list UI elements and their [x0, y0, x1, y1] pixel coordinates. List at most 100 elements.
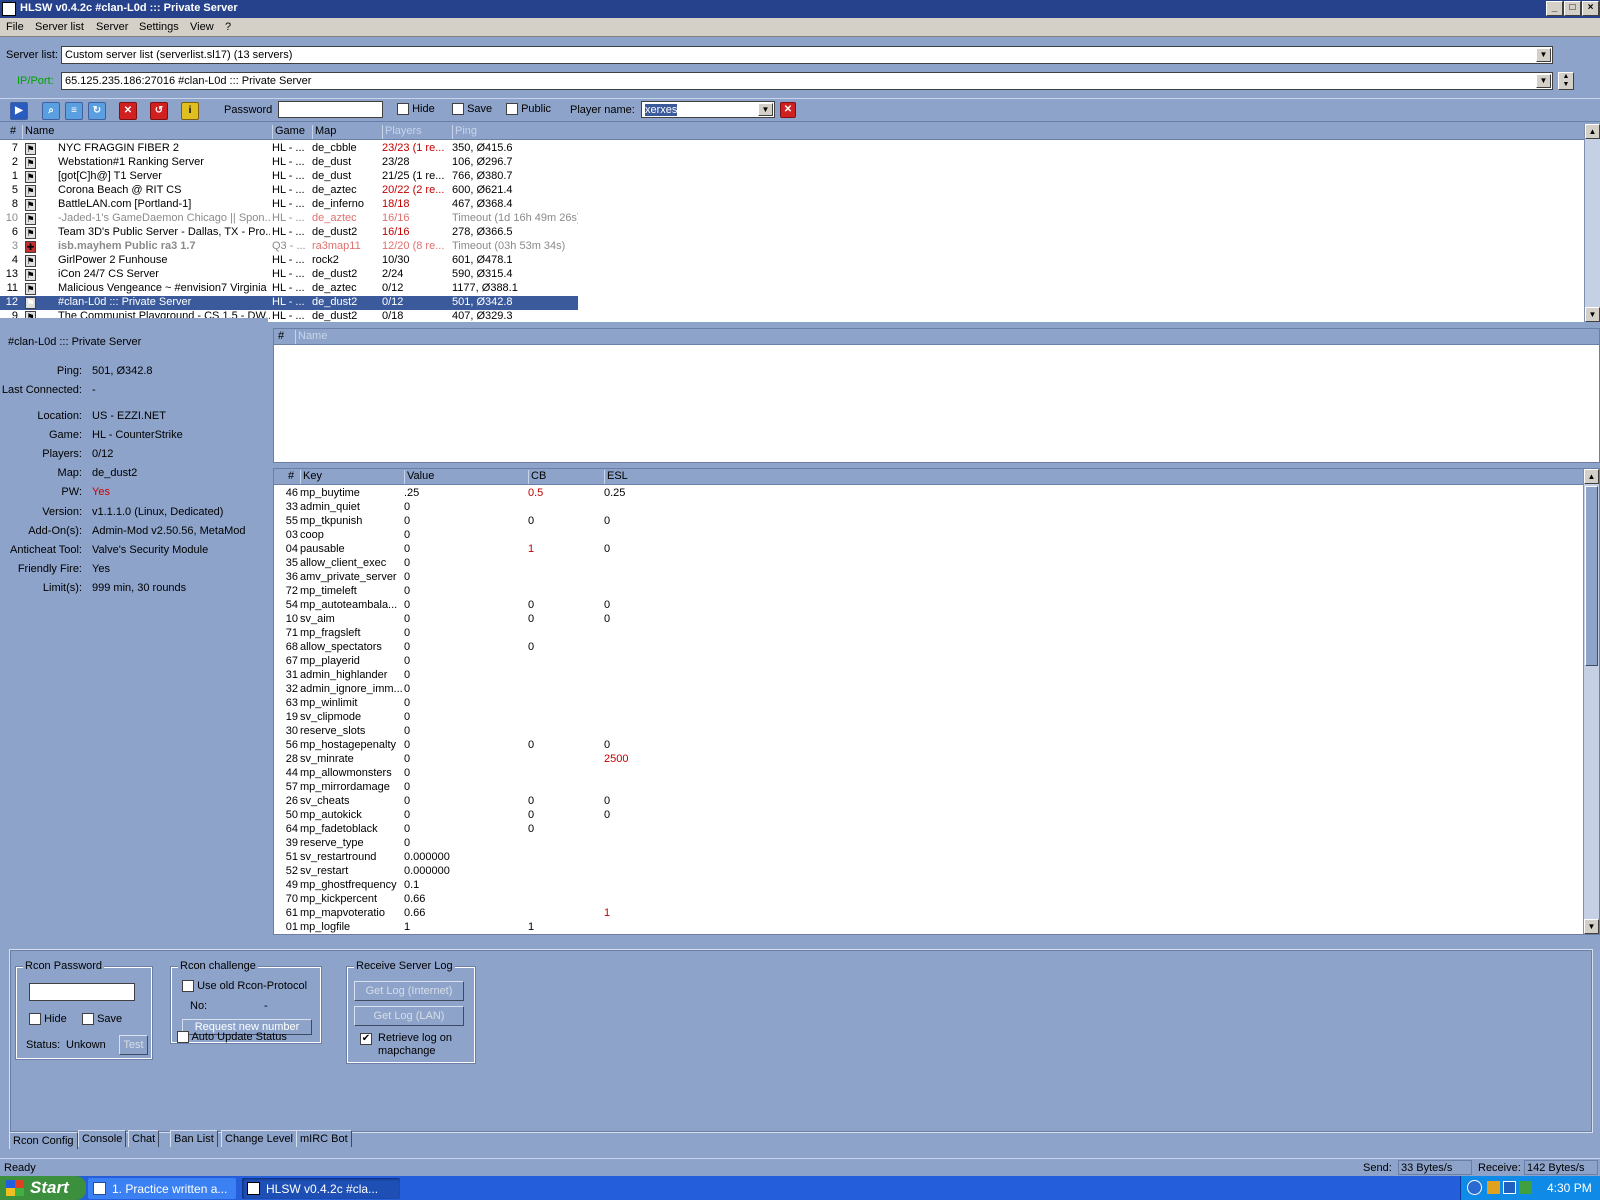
- chevron-down-icon[interactable]: ▼: [758, 103, 773, 116]
- retrieve-log-checkbox[interactable]: ✔: [360, 1033, 372, 1045]
- start-button[interactable]: Start: [0, 1176, 86, 1200]
- scroll-up-icon[interactable]: ▲: [1584, 469, 1599, 484]
- rule-row[interactable]: 46 mp_buytime .25 0.5 0.25: [274, 487, 1554, 501]
- taskbar-item-hlsw[interactable]: HLSW v0.4.2c #cla...: [242, 1178, 400, 1199]
- tab-ban-list[interactable]: Ban List: [170, 1130, 218, 1147]
- ip-port-input[interactable]: 65.125.235.186:27016 #clan-L0d ::: Priva…: [61, 72, 1553, 90]
- server-row[interactable]: ⚑ 1 [got[C]h@] T1 Server HL - ... de_dust 21/…: [0, 170, 578, 184]
- test-button[interactable]: Test: [119, 1035, 148, 1055]
- server-row[interactable]: ⚑ 10 -Jaded-1's GameDaemon Chicago || Spon…: [0, 212, 578, 226]
- rule-row[interactable]: 03 coop 0: [274, 529, 1554, 543]
- col-esl[interactable]: ESL: [604, 470, 680, 484]
- col-player-name[interactable]: Name: [295, 330, 419, 344]
- server-row[interactable]: ⚑ 13 iCon 24/7 CS Server HL - ... de_dust2 2/…: [0, 268, 578, 282]
- tray-arrow-icon[interactable]: [1467, 1180, 1482, 1195]
- tab-console[interactable]: Console: [78, 1130, 127, 1147]
- old-protocol-checkbox[interactable]: Use old Rcon-Protocol: [182, 980, 307, 993]
- menu-server[interactable]: Server: [96, 21, 128, 33]
- get-log-lan-button[interactable]: Get Log (LAN): [354, 1006, 464, 1026]
- title-bar[interactable]: HLSW v0.4.2c #clan-L0d ::: Private Serve…: [0, 0, 1600, 18]
- col-cb[interactable]: CB: [528, 470, 604, 484]
- rule-row[interactable]: 50 mp_autokick 0 0 0: [274, 809, 1554, 823]
- refresh-icon[interactable]: ↻: [88, 102, 106, 120]
- menu-server-list[interactable]: Server list: [35, 21, 84, 33]
- rule-row[interactable]: 04 pausable 0 1 0: [274, 543, 1554, 557]
- server-list-select[interactable]: Custom server list (serverlist.sl17) (13…: [61, 46, 1553, 64]
- rule-row[interactable]: 64 mp_fadetoblack 0 0: [274, 823, 1554, 837]
- col-num[interactable]: #: [0, 125, 22, 139]
- rule-row[interactable]: 33 admin_quiet 0: [274, 501, 1554, 515]
- menu-view[interactable]: View: [190, 21, 214, 33]
- rule-row[interactable]: 55 mp_tkpunish 0 0 0: [274, 515, 1554, 529]
- minimize-button[interactable]: _: [1546, 1, 1563, 16]
- rule-row[interactable]: 71 mp_fragsleft 0: [274, 627, 1554, 641]
- spin-icon[interactable]: ▲ ▼: [1558, 72, 1574, 90]
- connect-icon[interactable]: ▶: [10, 102, 28, 120]
- tab-rcon-config[interactable]: Rcon Config: [9, 1132, 78, 1149]
- rule-row[interactable]: 10 sv_aim 0 0 0: [274, 613, 1554, 627]
- col-rule-num[interactable]: #: [274, 470, 300, 484]
- search-icon[interactable]: ⌕: [42, 102, 60, 120]
- col-player-num[interactable]: #: [274, 330, 295, 344]
- tab-change-level[interactable]: Change Level: [221, 1130, 297, 1147]
- public-checkbox[interactable]: Public: [506, 103, 551, 116]
- clear-icon[interactable]: ✕: [780, 102, 796, 118]
- rule-row[interactable]: 61 mp_mapvoteratio 0.66 1: [274, 907, 1554, 921]
- close-button[interactable]: ×: [1582, 1, 1599, 16]
- server-list-scrollbar[interactable]: ▲ ▼: [1584, 124, 1600, 322]
- save-checkbox[interactable]: Save: [452, 103, 492, 116]
- tray-volume-icon[interactable]: [1503, 1181, 1516, 1194]
- scroll-up-icon[interactable]: ▲: [1585, 124, 1600, 139]
- server-row[interactable]: ⚑ 4 GirlPower 2 Funhouse HL - ... rock2 10/30…: [0, 254, 578, 268]
- password-input[interactable]: [278, 101, 383, 118]
- scroll-down-icon[interactable]: ▼: [1585, 307, 1600, 322]
- col-key[interactable]: Key: [300, 470, 404, 484]
- rule-row[interactable]: 63 mp_winlimit 0: [274, 697, 1554, 711]
- rcon-password-input[interactable]: [29, 983, 135, 1001]
- server-row[interactable]: ⚑ 7 NYC FRAGGIN FIBER 2 HL - ... de_cbble 23/…: [0, 142, 578, 156]
- col-game[interactable]: Game: [272, 125, 312, 139]
- rcon-save-checkbox[interactable]: Save: [82, 1013, 122, 1026]
- chevron-down-icon[interactable]: ▼: [1536, 74, 1551, 88]
- hide-checkbox[interactable]: Hide: [397, 103, 435, 116]
- rule-row[interactable]: 44 mp_allowmonsters 0: [274, 767, 1554, 781]
- rule-row[interactable]: 56 mp_hostagepenalty 0 0 0: [274, 739, 1554, 753]
- rule-row[interactable]: 72 mp_timeleft 0: [274, 585, 1554, 599]
- taskbar-item-word[interactable]: 1. Practice written a...: [88, 1178, 236, 1199]
- scroll-down-icon[interactable]: ▼: [1584, 919, 1599, 934]
- col-value[interactable]: Value: [404, 470, 528, 484]
- rule-row[interactable]: 54 mp_autoteambala... 0 0 0: [274, 599, 1554, 613]
- player-name-input[interactable]: xerxes ▼: [641, 101, 775, 118]
- rule-row[interactable]: 30 reserve_slots 0: [274, 725, 1554, 739]
- rule-row[interactable]: 36 amv_private_server 0: [274, 571, 1554, 585]
- auto-update-checkbox[interactable]: Auto Update Status: [177, 1031, 287, 1044]
- rule-row[interactable]: 49 mp_ghostfrequency 0.1: [274, 879, 1554, 893]
- rule-row[interactable]: 31 admin_highlander 0: [274, 669, 1554, 683]
- server-row[interactable]: ⚑ 11 Malicious Vengeance ~ #envision7 Virg…: [0, 282, 578, 296]
- tray-app-icon[interactable]: [1519, 1181, 1532, 1194]
- rule-row[interactable]: 67 mp_playerid 0: [274, 655, 1554, 669]
- server-row[interactable]: ⚑ 8 BattleLAN.com [Portland-1] HL - ... de_i…: [0, 198, 578, 212]
- rule-row[interactable]: 68 allow_spectators 0 0: [274, 641, 1554, 655]
- col-map[interactable]: Map: [312, 125, 382, 139]
- rule-row[interactable]: 32 admin_ignore_imm... 0: [274, 683, 1554, 697]
- col-players[interactable]: Players: [382, 125, 452, 139]
- rule-row[interactable]: 51 sv_restartround 0.000000: [274, 851, 1554, 865]
- rule-row[interactable]: 52 sv_restart 0.000000: [274, 865, 1554, 879]
- tab-mirc-bot[interactable]: mIRC Bot: [296, 1130, 352, 1147]
- server-row[interactable]: ⚑ 6 Team 3D's Public Server - Dallas, TX -…: [0, 226, 578, 240]
- rule-row[interactable]: 70 mp_kickpercent 0.66: [274, 893, 1554, 907]
- rcon-hide-checkbox[interactable]: Hide: [29, 1013, 67, 1026]
- server-row[interactable]: ⚑ 2 Webstation#1 Ranking Server HL - ... de_…: [0, 156, 578, 170]
- server-row[interactable]: ✚ 3 isb.mayhem Public ra3 1.7 Q3 - ... ra3ma…: [0, 240, 578, 254]
- col-name[interactable]: Name: [22, 125, 272, 139]
- info-icon[interactable]: i: [181, 102, 199, 120]
- rule-row[interactable]: 28 sv_minrate 0 2500: [274, 753, 1554, 767]
- rule-row[interactable]: 57 mp_mirrordamage 0: [274, 781, 1554, 795]
- rule-row[interactable]: 26 sv_cheats 0 0 0: [274, 795, 1554, 809]
- server-row[interactable]: ⚑ 12 #clan-L0d ::: Private Server HL - ... d…: [0, 296, 578, 310]
- menu-settings[interactable]: Settings: [139, 21, 179, 33]
- rules-scrollbar[interactable]: ▲ ▼: [1583, 469, 1599, 934]
- scroll-thumb[interactable]: [1585, 486, 1598, 666]
- col-ping[interactable]: Ping: [452, 125, 578, 139]
